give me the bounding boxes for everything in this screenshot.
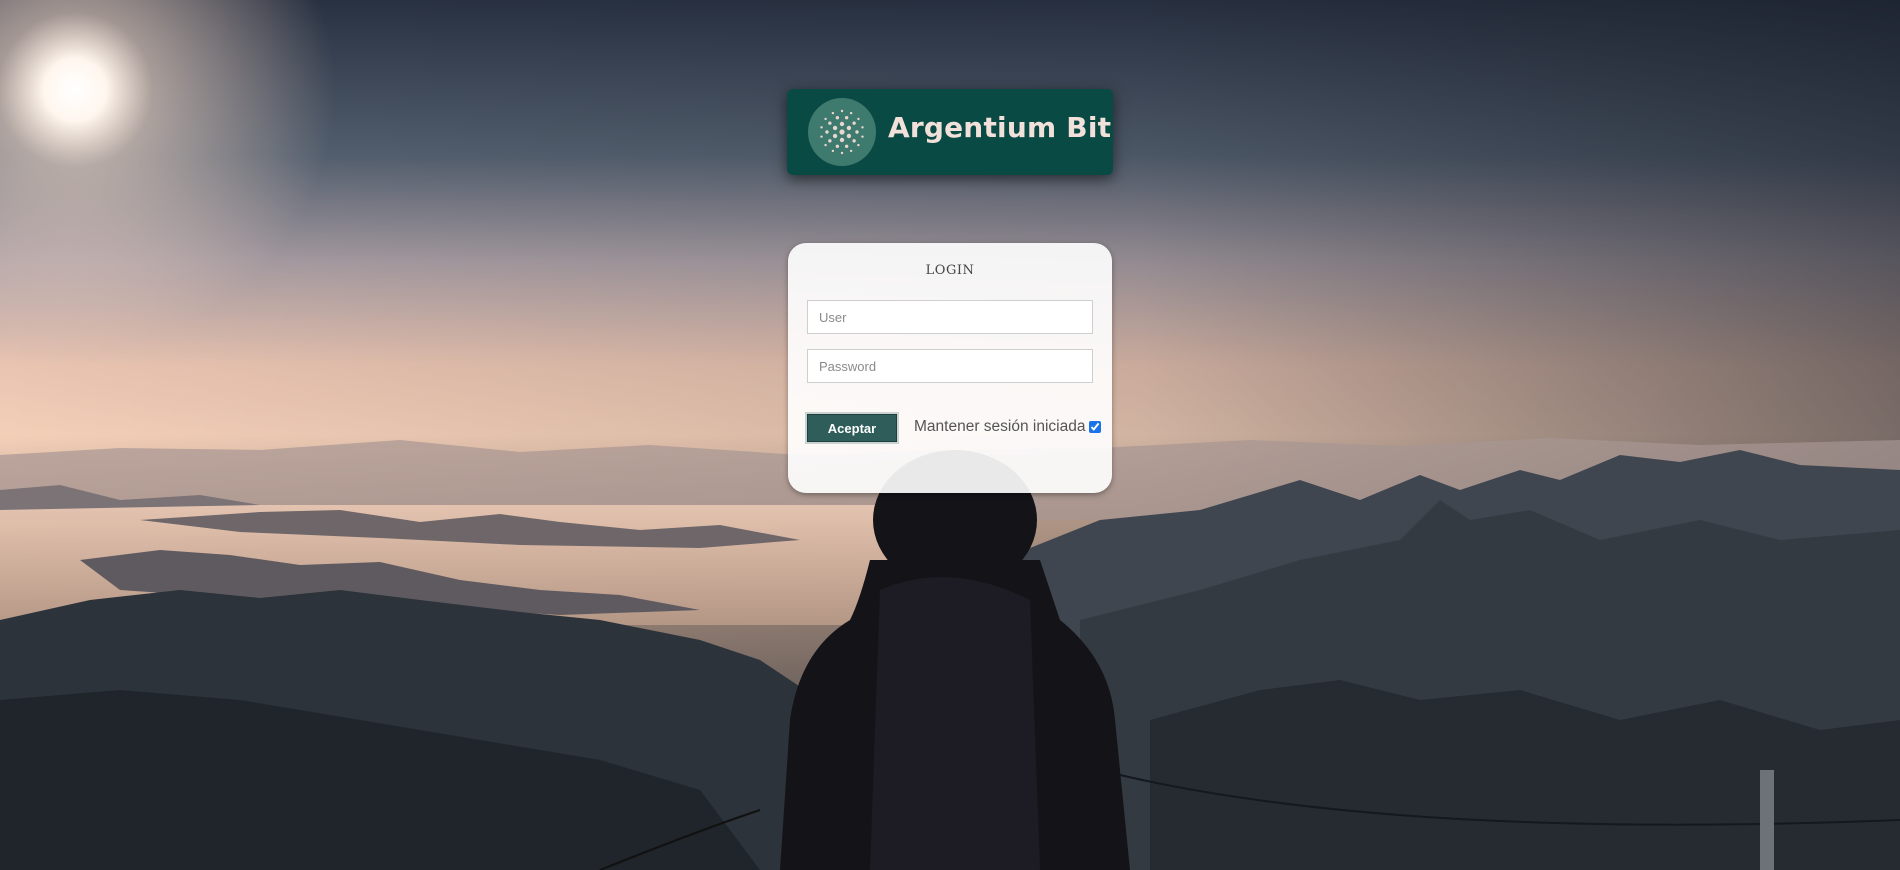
brand-name: Argentium Bit — [888, 110, 1112, 144]
user-input[interactable] — [807, 300, 1093, 334]
remember-session[interactable]: Mantener sesión iniciada — [914, 418, 1102, 436]
password-input[interactable] — [807, 349, 1093, 383]
login-card: LOGIN Aceptar Mantener sesión iniciada — [788, 243, 1112, 493]
login-title: LOGIN — [925, 263, 975, 278]
remember-session-checkbox[interactable] — [1089, 421, 1102, 433]
remember-session-label: Mantener sesión iniciada — [914, 418, 1086, 435]
argentium-dots-icon — [808, 98, 876, 166]
accept-button[interactable]: Aceptar — [807, 414, 897, 442]
brand-logo: Argentium Bit — [787, 89, 1113, 175]
